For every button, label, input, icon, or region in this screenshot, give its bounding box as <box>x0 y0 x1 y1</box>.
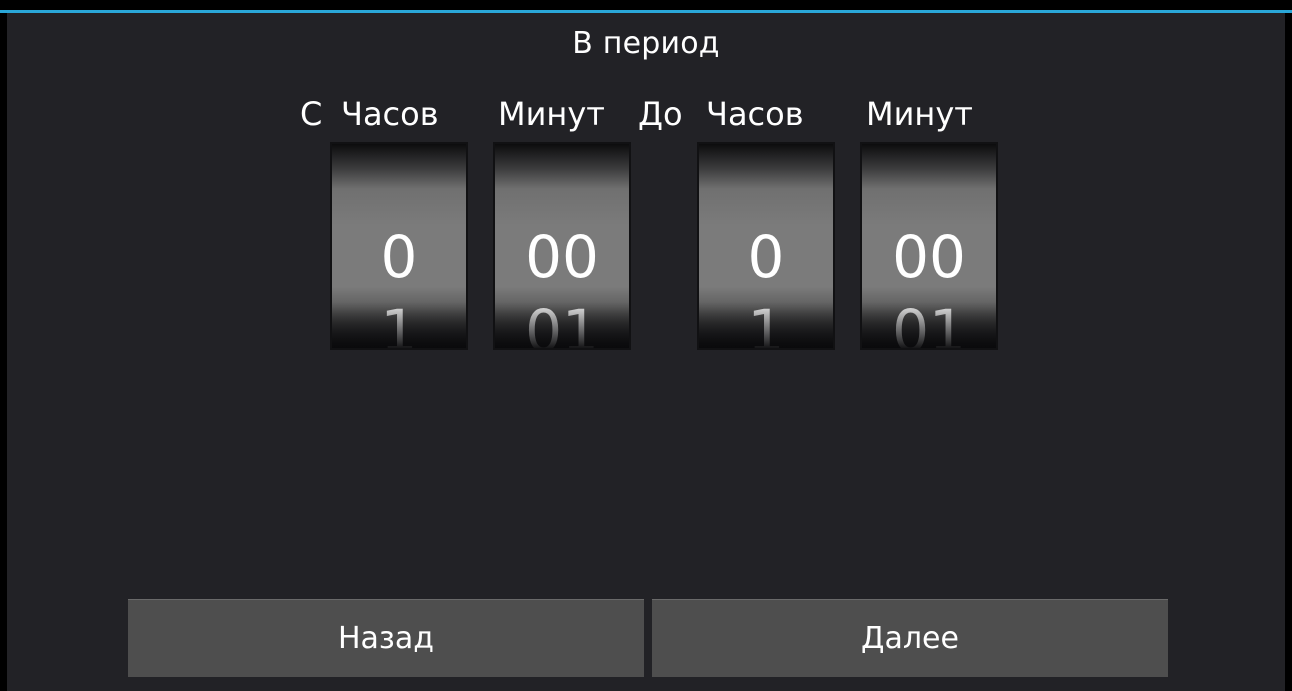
to-hours-label: Часов <box>706 95 804 133</box>
from-label: С <box>300 95 323 133</box>
to-hours-next-value: 1 <box>747 297 785 350</box>
to-hours-picker[interactable]: 0 1 <box>697 142 835 350</box>
back-button[interactable]: Назад <box>128 599 644 677</box>
to-minutes-next-value: 01 <box>892 297 966 350</box>
period-screen: В период С Часов Минут До Часов Минут 0 … <box>0 0 1292 691</box>
to-minutes-value: 00 <box>892 223 966 291</box>
accent-line <box>0 10 1292 13</box>
right-border <box>1285 13 1292 691</box>
from-minutes-value: 00 <box>525 223 599 291</box>
from-minutes-label: Минут <box>498 95 605 133</box>
from-hours-value: 0 <box>380 223 418 291</box>
to-minutes-picker[interactable]: 00 01 <box>860 142 998 350</box>
from-hours-label: Часов <box>341 95 439 133</box>
from-minutes-next-value: 01 <box>525 297 599 350</box>
from-hours-next-value: 1 <box>380 297 418 350</box>
to-minutes-label: Минут <box>866 95 973 133</box>
to-hours-value: 0 <box>747 223 785 291</box>
next-button[interactable]: Далее <box>652 599 1168 677</box>
page-title: В период <box>572 26 720 61</box>
from-minutes-picker[interactable]: 00 01 <box>493 142 631 350</box>
top-bar <box>0 0 1292 10</box>
from-hours-picker[interactable]: 0 1 <box>330 142 468 350</box>
left-border <box>0 13 7 691</box>
to-label: До <box>638 95 683 133</box>
